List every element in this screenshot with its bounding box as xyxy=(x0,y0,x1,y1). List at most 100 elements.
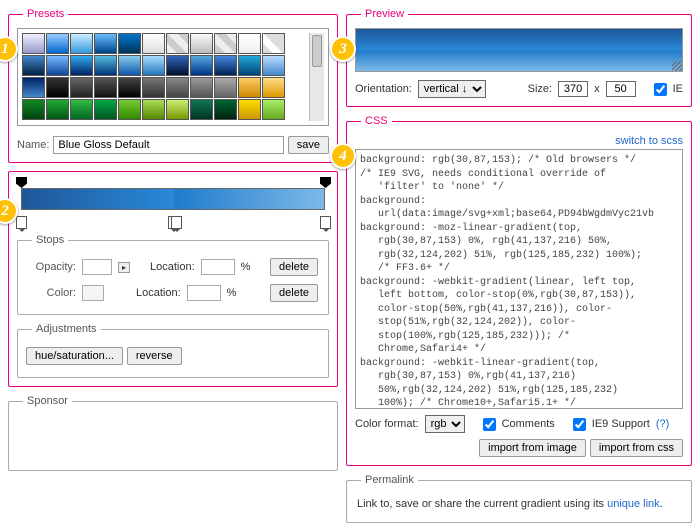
css-output[interactable]: background: rgb(30,87,153); /* Old brows… xyxy=(355,149,683,409)
permalink-text: Link to, save or share the current gradi… xyxy=(357,498,607,510)
opacity-stop-handle[interactable] xyxy=(16,177,27,188)
reverse-button[interactable]: reverse xyxy=(127,347,182,365)
preset-swatch[interactable] xyxy=(94,33,117,54)
color-stop-handle[interactable] xyxy=(320,216,331,229)
adjustments-legend: Adjustments xyxy=(32,323,101,335)
save-button[interactable]: save xyxy=(288,136,329,154)
switch-scss-link[interactable]: switch to scss xyxy=(615,135,683,147)
ie-label: IE xyxy=(673,83,683,95)
preset-swatch[interactable] xyxy=(238,99,261,120)
css-legend: CSS xyxy=(361,115,392,127)
preset-name-input[interactable] xyxy=(53,136,283,154)
size-x: x xyxy=(594,83,600,95)
preset-swatch[interactable] xyxy=(142,99,165,120)
preset-swatch[interactable] xyxy=(262,55,285,76)
presets-legend: Presets xyxy=(23,8,68,20)
preset-swatch[interactable] xyxy=(94,77,117,98)
preset-swatch[interactable] xyxy=(46,77,69,98)
preset-swatch[interactable] xyxy=(22,77,45,98)
presets-box xyxy=(17,28,329,126)
color-stop-handle[interactable] xyxy=(16,216,27,229)
location-label-2: Location: xyxy=(136,287,181,299)
preset-swatch[interactable] xyxy=(70,55,93,76)
presets-scrollbar[interactable] xyxy=(309,33,324,121)
ie9-checkbox[interactable] xyxy=(573,418,586,431)
preset-swatch[interactable] xyxy=(190,33,213,54)
opacity-input[interactable] xyxy=(82,259,112,275)
preset-swatch[interactable] xyxy=(262,77,285,98)
preset-swatch[interactable] xyxy=(238,55,261,76)
badge-3: 3 xyxy=(330,36,356,62)
orientation-select[interactable]: vertical ↓ xyxy=(418,80,486,98)
preset-swatch[interactable] xyxy=(22,99,45,120)
color-label: Color: xyxy=(28,287,76,299)
unique-link[interactable]: unique link xyxy=(607,498,660,510)
preset-swatch[interactable] xyxy=(70,33,93,54)
gradient-bar[interactable] xyxy=(21,188,325,210)
preset-swatch[interactable] xyxy=(94,99,117,120)
orientation-label: Orientation: xyxy=(355,83,412,95)
preset-swatch[interactable] xyxy=(214,99,237,120)
hue-saturation-button[interactable]: hue/saturation... xyxy=(26,347,123,365)
color-format-label: Color format: xyxy=(355,418,419,430)
comments-checkbox[interactable] xyxy=(483,418,496,431)
preset-swatch[interactable] xyxy=(190,77,213,98)
import-css-button[interactable]: import from css xyxy=(590,439,683,457)
preset-swatch[interactable] xyxy=(70,77,93,98)
preset-swatch[interactable] xyxy=(142,77,165,98)
color-location-input[interactable] xyxy=(187,285,221,301)
ie-checkbox[interactable] xyxy=(654,83,667,96)
opacity-stepper[interactable]: ▸ xyxy=(118,262,130,273)
preset-swatch[interactable] xyxy=(94,55,117,76)
gradient-track[interactable] xyxy=(21,188,325,216)
preset-swatch[interactable] xyxy=(46,99,69,120)
preset-swatch[interactable] xyxy=(166,55,189,76)
preset-swatch[interactable] xyxy=(262,99,285,120)
stops-panel: Stops Opacity: ▸ Location: % delete Colo… xyxy=(17,234,329,315)
preview-box[interactable] xyxy=(355,28,683,72)
opacity-location-input[interactable] xyxy=(201,259,235,275)
color-stop-handle[interactable] xyxy=(171,216,182,229)
color-swatch[interactable] xyxy=(82,285,104,301)
preset-swatch[interactable] xyxy=(214,55,237,76)
delete-opacity-stop[interactable]: delete xyxy=(270,258,318,276)
preset-swatch[interactable] xyxy=(118,55,141,76)
ie9-help-link[interactable]: (?) xyxy=(656,418,669,430)
import-image-button[interactable]: import from image xyxy=(479,439,586,457)
preset-swatch[interactable] xyxy=(46,55,69,76)
opacity-stop-handle[interactable] xyxy=(320,177,331,188)
preset-swatch[interactable] xyxy=(118,33,141,54)
preset-swatch[interactable] xyxy=(190,99,213,120)
size-label: Size: xyxy=(528,83,552,95)
preset-swatch[interactable] xyxy=(238,33,261,54)
preset-swatch[interactable] xyxy=(142,33,165,54)
preset-swatch[interactable] xyxy=(190,55,213,76)
pct-1: % xyxy=(241,261,251,273)
preset-swatches xyxy=(22,33,309,121)
preset-swatch[interactable] xyxy=(22,55,45,76)
width-input[interactable] xyxy=(558,81,588,97)
preset-swatch[interactable] xyxy=(214,33,237,54)
comments-label: Comments xyxy=(502,418,555,430)
adjustments-panel: Adjustments hue/saturation... reverse xyxy=(17,323,329,378)
sponsor-legend: Sponsor xyxy=(23,395,72,407)
preset-swatch[interactable] xyxy=(238,77,261,98)
color-format-select[interactable]: rgb xyxy=(425,415,465,433)
badge-4: 4 xyxy=(330,143,356,169)
stops-legend: Stops xyxy=(32,234,68,246)
preview-legend: Preview xyxy=(361,8,408,20)
preset-swatch[interactable] xyxy=(262,33,285,54)
preset-swatch[interactable] xyxy=(70,99,93,120)
height-input[interactable] xyxy=(606,81,636,97)
preset-swatch[interactable] xyxy=(166,77,189,98)
delete-color-stop[interactable]: delete xyxy=(270,284,318,302)
preset-swatch[interactable] xyxy=(118,77,141,98)
preset-swatch[interactable] xyxy=(166,33,189,54)
preset-swatch[interactable] xyxy=(166,99,189,120)
preset-swatch[interactable] xyxy=(22,33,45,54)
preset-swatch[interactable] xyxy=(214,77,237,98)
preset-swatch[interactable] xyxy=(46,33,69,54)
preset-swatch[interactable] xyxy=(142,55,165,76)
gradient-editor: Stops Opacity: ▸ Location: % delete Colo… xyxy=(8,171,338,387)
preset-swatch[interactable] xyxy=(118,99,141,120)
